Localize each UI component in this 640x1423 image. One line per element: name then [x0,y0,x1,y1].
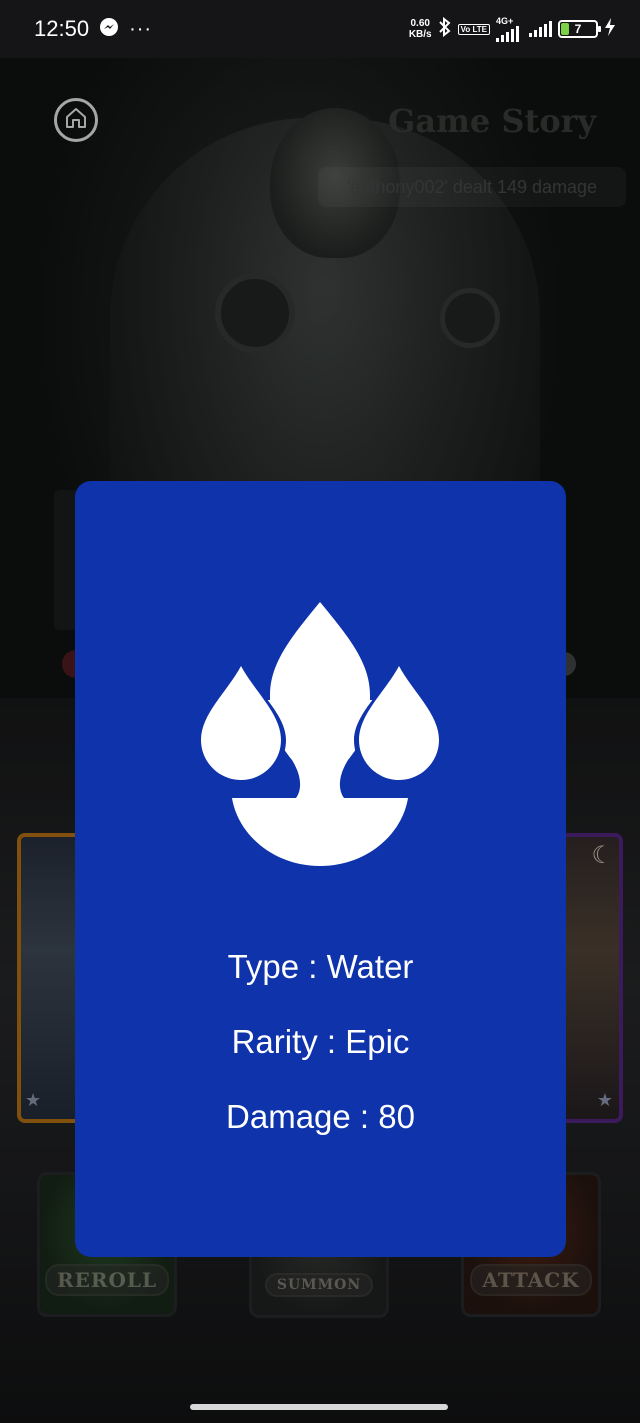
card-damage: Damage : 80 [226,1098,415,1135]
network-type: 4G+ [496,15,514,26]
status-bar: 12:50 ··· 0.60 KB/s Vo LTE 4G+ 7 [0,0,640,58]
signal-strength-icon-2 [529,21,552,37]
status-time: 12:50 [34,16,90,41]
signal-strength-icon [496,25,519,42]
card-type: Type : Water [227,948,414,985]
net-speed: 0.60 KB/s [408,18,432,40]
water-drops-icon [198,602,442,866]
messenger-icon [99,17,119,42]
more-notifications-icon: ··· [129,17,153,40]
battery-icon: 7 [558,20,601,38]
gesture-home-indicator[interactable] [190,1404,448,1410]
volte-badge: Vo LTE [457,23,490,35]
card-rarity: Rarity : Epic [231,1023,410,1060]
charging-icon [604,17,616,42]
bluetooth-icon [438,16,452,42]
